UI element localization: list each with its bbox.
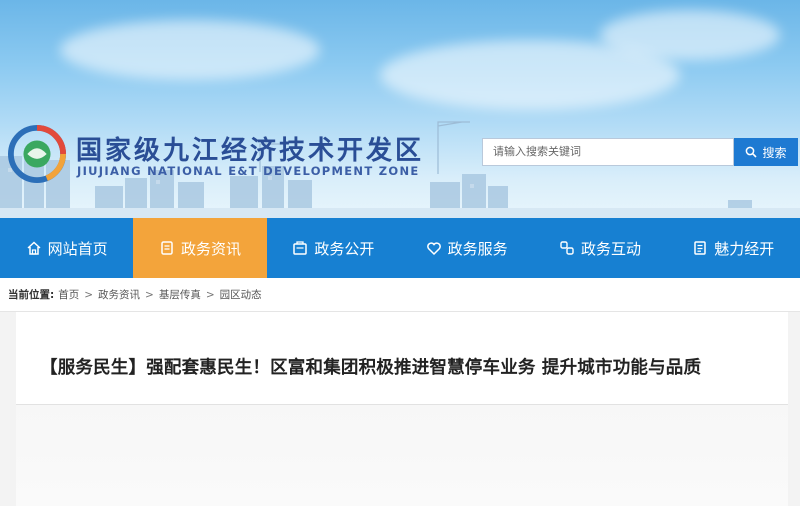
book-icon — [694, 241, 707, 255]
search-button-label: 搜索 — [762, 145, 787, 160]
document-icon — [161, 241, 173, 255]
cloud-decoration — [60, 20, 320, 80]
zone-logo-icon — [8, 125, 66, 183]
article-body-area — [16, 405, 788, 506]
article-panel: 【服务民生】强配套惠民生！区富和集团积极推进智慧停车业务 提升城市功能与品质 — [16, 312, 788, 506]
header-banner: 国家级九江经济技术开发区 JIUJIANG NATIONAL E&T DEVEL… — [0, 0, 800, 218]
nav-item-charm[interactable]: 魅力经开 — [667, 218, 800, 278]
breadcrumb-label: 当前位置: — [8, 289, 55, 301]
breadcrumb-separator: > — [84, 288, 94, 301]
breadcrumb-link-grassroots[interactable]: 基层传真 — [159, 287, 201, 302]
breadcrumb-separator: > — [145, 288, 154, 301]
cloud-decoration — [600, 10, 780, 60]
nav-item-services[interactable]: 政务服务 — [400, 218, 533, 278]
nav-item-news[interactable]: 政务资讯 — [133, 218, 267, 278]
nav-item-disclosure[interactable]: 政务公开 — [267, 218, 400, 278]
nav-item-label: 政务服务 — [447, 239, 508, 258]
nav-item-label: 网站首页 — [47, 239, 108, 258]
breadcrumb: 当前位置: 首页 > 政务资讯 > 基层传真 > 园区动态 — [0, 278, 800, 312]
search-icon — [746, 146, 758, 158]
site-subtitle: JIUJIANG NATIONAL E&T DEVELOPMENT ZONE — [77, 164, 420, 178]
breadcrumb-separator: > — [205, 288, 215, 301]
breadcrumb-link-park-news[interactable]: 园区动态 — [220, 287, 262, 302]
nav-item-label: 政务资讯 — [180, 239, 241, 258]
nav-item-label: 政务互动 — [580, 239, 641, 258]
search-input[interactable]: 请输入搜索关键词 — [482, 138, 734, 166]
interaction-icon — [560, 241, 574, 255]
home-icon — [27, 241, 41, 255]
nav-item-label: 魅力经开 — [714, 239, 775, 258]
site-title: 国家级九江经济技术开发区 — [76, 136, 425, 166]
search-button[interactable]: 搜索 — [734, 138, 798, 166]
breadcrumb-link-home[interactable]: 首页 — [58, 287, 79, 302]
article-title: 【服务民生】强配套惠民生！区富和集团积极推进智慧停车业务 提升城市功能与品质 — [40, 358, 702, 378]
heart-icon — [426, 242, 441, 256]
nav-item-home[interactable]: 网站首页 — [0, 218, 133, 278]
nav-item-label: 政务公开 — [314, 239, 375, 258]
main-nav: 网站首页 政务资讯 政务公开 政务服务 政务互动 魅力经开 — [0, 218, 800, 278]
folder-icon — [293, 241, 308, 255]
breadcrumb-link-news[interactable]: 政务资讯 — [98, 287, 140, 302]
nav-item-interaction[interactable]: 政务互动 — [533, 218, 666, 278]
